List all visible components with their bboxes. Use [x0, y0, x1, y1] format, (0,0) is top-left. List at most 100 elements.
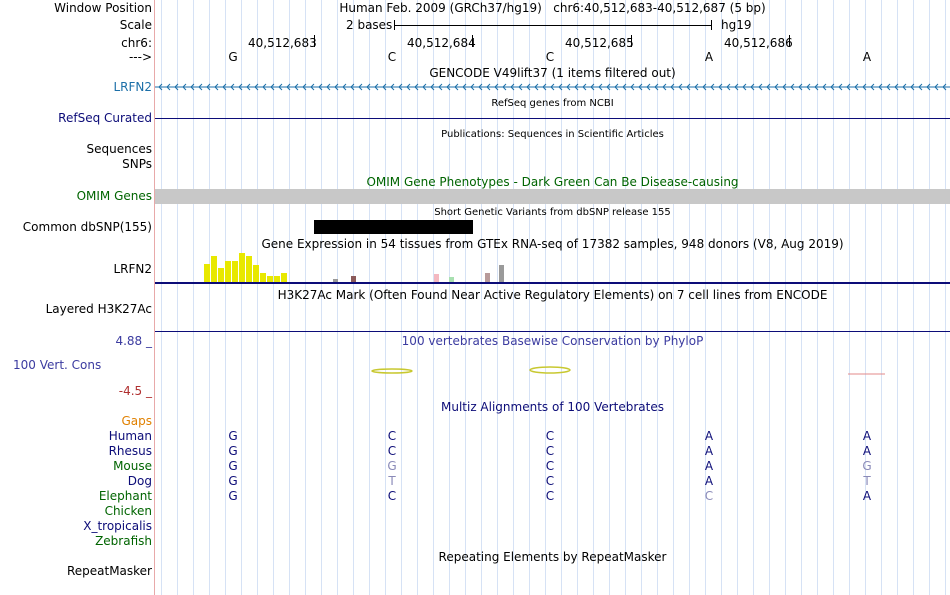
coordinate-tick	[472, 35, 473, 47]
scale-bar	[394, 20, 712, 30]
repeatmasker-track-label[interactable]: RepeatMasker	[67, 564, 152, 578]
species-label[interactable]: Dog	[128, 474, 152, 488]
chrom-label: chr6:	[121, 36, 152, 50]
alignment-base: C	[545, 444, 555, 458]
alignment-base: T	[863, 474, 871, 488]
scale-assembly: hg19	[721, 18, 752, 32]
gtex-tissue-bar[interactable]	[204, 264, 210, 282]
species-label[interactable]: Rhesus	[109, 444, 152, 458]
species-label[interactable]: Human	[109, 429, 152, 443]
strand-label: --->	[128, 50, 152, 64]
alignment-base: G	[228, 489, 238, 503]
alignment-base: A	[862, 489, 872, 503]
gtex-tissue-bar[interactable]	[434, 274, 439, 282]
dbsnp-track-title[interactable]: Short Genetic Variants from dbSNP releas…	[155, 206, 950, 220]
gtex-tissue-bar[interactable]	[225, 261, 231, 282]
window-position-text: Human Feb. 2009 (GRCh37/hg19) chr6:40,51…	[339, 1, 766, 15]
gaps-label[interactable]: Gaps	[121, 414, 152, 428]
phylop-track-label[interactable]: 100 Vert. Cons	[13, 358, 101, 372]
alignment-base: C	[387, 429, 397, 443]
publications-track-title[interactable]: Publications: Sequences in Scientific Ar…	[155, 128, 950, 142]
coordinate-tick	[631, 35, 632, 47]
alignment-base: A	[704, 474, 714, 488]
omim-gene-feature[interactable]	[155, 189, 950, 204]
coordinate-label: 40,512,684	[407, 36, 476, 50]
refseq-gene-feature[interactable]	[155, 118, 950, 119]
omim-track-title[interactable]: OMIM Gene Phenotypes - Dark Green Can Be…	[155, 175, 950, 189]
species-label[interactable]: X_tropicalis	[83, 519, 152, 533]
alignment-base: A	[862, 444, 872, 458]
alignment-base: T	[388, 474, 396, 488]
species-label[interactable]: Chicken	[105, 504, 152, 518]
reference-base: C	[545, 50, 555, 64]
alignment-base: A	[862, 429, 872, 443]
gencode-track-title[interactable]: GENCODE V49lift37 (1 items filtered out)	[155, 66, 950, 80]
alignment-base: C	[545, 474, 555, 488]
h3k27ac-track-title[interactable]: H3K27Ac Mark (Often Found Near Active Re…	[155, 288, 950, 302]
gtex-tissue-bar[interactable]	[260, 273, 266, 282]
phylop-min-label: -4.5 _	[118, 384, 152, 398]
gtex-tissue-bar[interactable]	[246, 256, 252, 282]
species-label[interactable]: Mouse	[113, 459, 152, 473]
dbsnp-track-label[interactable]: Common dbSNP(155)	[23, 220, 152, 234]
gtex-tissue-bar[interactable]	[218, 268, 224, 282]
alignment-base: C	[545, 459, 555, 473]
coordinate-tick	[314, 35, 315, 47]
gtex-expression-chart[interactable]	[155, 252, 950, 282]
alignment-base: C	[545, 429, 555, 443]
reference-base: G	[228, 50, 238, 64]
refseq-track-title[interactable]: RefSeq genes from NCBI	[155, 97, 950, 111]
alignment-base: G	[228, 459, 238, 473]
alignment-base: A	[704, 429, 714, 443]
dbsnp-variant-block[interactable]	[314, 220, 473, 234]
gencode-gene-label[interactable]: LRFN2	[113, 80, 152, 94]
gtex-gene-baseline	[155, 282, 950, 284]
window-position-label: Window Position	[54, 1, 152, 15]
gencode-gene-feature[interactable]	[155, 80, 950, 94]
coordinate-label: 40,512,685	[565, 36, 634, 50]
gtex-track-title[interactable]: Gene Expression in 54 tissues from GTEx …	[155, 237, 950, 251]
alignment-base: G	[387, 459, 397, 473]
gtex-tissue-bar[interactable]	[485, 273, 490, 282]
gtex-gene-label[interactable]: LRFN2	[113, 262, 152, 276]
alignment-base: C	[704, 489, 714, 503]
refseq-track-label[interactable]: RefSeq Curated	[58, 111, 152, 125]
publications-sequences-label[interactable]: Sequences	[87, 142, 152, 156]
gtex-tissue-bar[interactable]	[211, 256, 217, 282]
species-label[interactable]: Elephant	[99, 489, 152, 503]
scale-label: Scale	[119, 18, 152, 32]
alignment-base: G	[228, 444, 238, 458]
scale-text: 2 bases	[346, 18, 393, 32]
alignment-base: A	[704, 459, 714, 473]
reference-base: C	[387, 50, 397, 64]
multiz-track-title[interactable]: Multiz Alignments of 100 Vertebrates	[155, 400, 950, 414]
genome-browser-image[interactable]: Window Position Human Feb. 2009 (GRCh37/…	[0, 0, 950, 595]
alignment-base: G	[862, 459, 872, 473]
gtex-tissue-bar[interactable]	[281, 273, 287, 282]
coordinate-label: 40,512,683	[248, 36, 317, 50]
omim-track-label[interactable]: OMIM Genes	[77, 189, 152, 203]
alignment-base: G	[228, 474, 238, 488]
gtex-tissue-bar[interactable]	[232, 261, 238, 282]
gtex-tissue-bar[interactable]	[253, 265, 259, 282]
reference-base: A	[704, 50, 714, 64]
species-label[interactable]: Zebrafish	[95, 534, 152, 548]
alignment-base: G	[228, 429, 238, 443]
h3k27ac-baseline	[155, 331, 950, 332]
gene-arrows	[155, 83, 950, 91]
phylop-track-title[interactable]: 100 vertebrates Basewise Conservation by…	[155, 334, 950, 348]
alignment-base: A	[704, 444, 714, 458]
coordinate-tick	[789, 35, 790, 47]
alignment-base: C	[545, 489, 555, 503]
reference-base: A	[862, 50, 872, 64]
coordinate-label: 40,512,686	[724, 36, 793, 50]
h3k27ac-track-label[interactable]: Layered H3K27Ac	[46, 302, 152, 316]
gtex-tissue-bar[interactable]	[499, 265, 504, 282]
phylop-max-label: 4.88 _	[115, 334, 152, 348]
alignment-base: C	[387, 444, 397, 458]
gtex-tissue-bar[interactable]	[239, 253, 245, 282]
alignment-base: C	[387, 489, 397, 503]
repeatmasker-track-title[interactable]: Repeating Elements by RepeatMasker	[155, 550, 950, 564]
publications-snps-label[interactable]: SNPs	[122, 157, 152, 171]
phylop-wiggle[interactable]	[155, 362, 950, 378]
